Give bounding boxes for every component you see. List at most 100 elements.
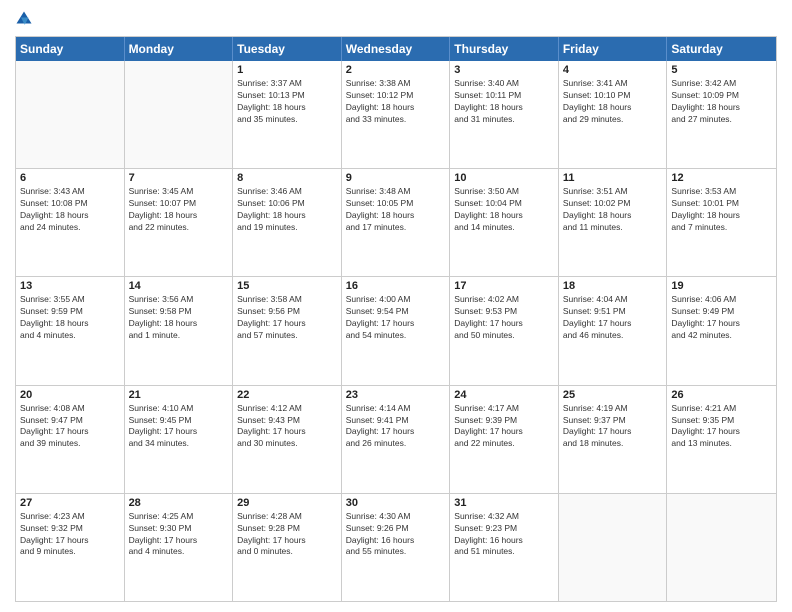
cell-text: Sunrise: 4:23 AM Sunset: 9:32 PM Dayligh… bbox=[20, 511, 120, 559]
cell-text: Sunrise: 4:21 AM Sunset: 9:35 PM Dayligh… bbox=[671, 403, 772, 451]
calendar-cell: 4 Sunrise: 3:41 AM Sunset: 10:10 PM Dayli… bbox=[559, 61, 668, 168]
cell-text: Sunrise: 4:17 AM Sunset: 9:39 PM Dayligh… bbox=[454, 403, 554, 451]
cell-text: Sunrise: 3:58 AM Sunset: 9:56 PM Dayligh… bbox=[237, 294, 337, 342]
calendar-cell: 31Sunrise: 4:32 AM Sunset: 9:23 PM Dayli… bbox=[450, 494, 559, 601]
cell-text: Sunrise: 3:45 AM Sunset: 10:07 PM Daylig… bbox=[129, 186, 229, 234]
day-number: 3 bbox=[454, 64, 554, 76]
calendar-cell bbox=[125, 61, 234, 168]
cell-text: Sunrise: 4:25 AM Sunset: 9:30 PM Dayligh… bbox=[129, 511, 229, 559]
day-number: 8 bbox=[237, 172, 337, 184]
cell-text: Sunrise: 3:43 AM Sunset: 10:08 PM Daylig… bbox=[20, 186, 120, 234]
cell-text: Sunrise: 3:56 AM Sunset: 9:58 PM Dayligh… bbox=[129, 294, 229, 342]
calendar-cell: 29 Sunrise: 4:28 AM Sunset: 9:28 PM Dayli… bbox=[233, 494, 342, 601]
day-number: 1 bbox=[237, 64, 337, 76]
calendar-row: 6Sunrise: 3:43 AM Sunset: 10:08 PM Dayli… bbox=[16, 168, 776, 276]
calendar-cell: 25Sunrise: 4:19 AM Sunset: 9:37 PM Dayli… bbox=[559, 386, 668, 493]
cell-text: Sunrise: 3:51 AM Sunset: 10:02 PM Daylig… bbox=[563, 186, 663, 234]
day-number: 24 bbox=[454, 389, 554, 401]
day-number: 21 bbox=[129, 389, 229, 401]
day-number: 26 bbox=[671, 389, 772, 401]
calendar-cell: 3 Sunrise: 3:40 AM Sunset: 10:11 PM Dayli… bbox=[450, 61, 559, 168]
cell-text: Sunrise: 3:50 AM Sunset: 10:04 PM Daylig… bbox=[454, 186, 554, 234]
page: SundayMondayTuesdayWednesdayThursdayFrid… bbox=[0, 0, 792, 612]
logo-icon bbox=[15, 10, 33, 28]
day-number: 22 bbox=[237, 389, 337, 401]
calendar-cell: 7Sunrise: 3:45 AM Sunset: 10:07 PM Dayli… bbox=[125, 169, 234, 276]
calendar-row: 20 Sunrise: 4:08 AM Sunset: 9:47 PM Dayli… bbox=[16, 385, 776, 493]
cell-text: Sunrise: 4:14 AM Sunset: 9:41 PM Dayligh… bbox=[346, 403, 446, 451]
cell-text: Sunrise: 4:04 AM Sunset: 9:51 PM Dayligh… bbox=[563, 294, 663, 342]
day-number: 11 bbox=[563, 172, 663, 184]
cell-text: Sunrise: 3:46 AM Sunset: 10:06 PM Daylig… bbox=[237, 186, 337, 234]
cal-header-day: Tuesday bbox=[233, 37, 342, 61]
cell-text: Sunrise: 3:38 AM Sunset: 10:12 PM Daylig… bbox=[346, 78, 446, 126]
day-number: 20 bbox=[20, 389, 120, 401]
calendar-cell: 27 Sunrise: 4:23 AM Sunset: 9:32 PM Dayli… bbox=[16, 494, 125, 601]
cell-text: Sunrise: 3:53 AM Sunset: 10:01 PM Daylig… bbox=[671, 186, 772, 234]
calendar-cell: 2 Sunrise: 3:38 AM Sunset: 10:12 PM Dayli… bbox=[342, 61, 451, 168]
day-number: 10 bbox=[454, 172, 554, 184]
day-number: 4 bbox=[563, 64, 663, 76]
day-number: 27 bbox=[20, 497, 120, 509]
calendar-cell: 15 Sunrise: 3:58 AM Sunset: 9:56 PM Dayli… bbox=[233, 277, 342, 384]
cal-header-day: Friday bbox=[559, 37, 668, 61]
calendar-cell: 10 Sunrise: 3:50 AM Sunset: 10:04 PM Dayl… bbox=[450, 169, 559, 276]
day-number: 12 bbox=[671, 172, 772, 184]
cal-header-day: Wednesday bbox=[342, 37, 451, 61]
day-number: 15 bbox=[237, 280, 337, 292]
day-number: 28 bbox=[129, 497, 229, 509]
calendar-row: 1 Sunrise: 3:37 AM Sunset: 10:13 PM Dayli… bbox=[16, 61, 776, 168]
calendar-cell: 9Sunrise: 3:48 AM Sunset: 10:05 PM Dayli… bbox=[342, 169, 451, 276]
calendar-row: 13Sunrise: 3:55 AM Sunset: 9:59 PM Dayli… bbox=[16, 276, 776, 384]
calendar-cell bbox=[16, 61, 125, 168]
calendar-cell: 13Sunrise: 3:55 AM Sunset: 9:59 PM Dayli… bbox=[16, 277, 125, 384]
day-number: 5 bbox=[671, 64, 772, 76]
calendar-cell: 21 Sunrise: 4:10 AM Sunset: 9:45 PM Dayli… bbox=[125, 386, 234, 493]
calendar-cell: 18 Sunrise: 4:04 AM Sunset: 9:51 PM Dayli… bbox=[559, 277, 668, 384]
cell-text: Sunrise: 4:32 AM Sunset: 9:23 PM Dayligh… bbox=[454, 511, 554, 559]
calendar-cell: 20 Sunrise: 4:08 AM Sunset: 9:47 PM Dayli… bbox=[16, 386, 125, 493]
calendar-cell: 5Sunrise: 3:42 AM Sunset: 10:09 PM Dayli… bbox=[667, 61, 776, 168]
calendar-cell bbox=[559, 494, 668, 601]
cell-text: Sunrise: 4:08 AM Sunset: 9:47 PM Dayligh… bbox=[20, 403, 120, 451]
cal-header-day: Sunday bbox=[16, 37, 125, 61]
cell-text: Sunrise: 4:06 AM Sunset: 9:49 PM Dayligh… bbox=[671, 294, 772, 342]
day-number: 29 bbox=[237, 497, 337, 509]
calendar-cell: 30 Sunrise: 4:30 AM Sunset: 9:26 PM Dayli… bbox=[342, 494, 451, 601]
day-number: 9 bbox=[346, 172, 446, 184]
cell-text: Sunrise: 4:28 AM Sunset: 9:28 PM Dayligh… bbox=[237, 511, 337, 559]
cell-text: Sunrise: 4:30 AM Sunset: 9:26 PM Dayligh… bbox=[346, 511, 446, 559]
calendar-cell: 16Sunrise: 4:00 AM Sunset: 9:54 PM Dayli… bbox=[342, 277, 451, 384]
calendar-row: 27 Sunrise: 4:23 AM Sunset: 9:32 PM Dayli… bbox=[16, 493, 776, 601]
cell-text: Sunrise: 4:02 AM Sunset: 9:53 PM Dayligh… bbox=[454, 294, 554, 342]
calendar-cell: 28 Sunrise: 4:25 AM Sunset: 9:30 PM Dayli… bbox=[125, 494, 234, 601]
calendar-cell: 11 Sunrise: 3:51 AM Sunset: 10:02 PM Dayl… bbox=[559, 169, 668, 276]
calendar-cell: 24 Sunrise: 4:17 AM Sunset: 9:39 PM Dayli… bbox=[450, 386, 559, 493]
calendar-cell: 14 Sunrise: 3:56 AM Sunset: 9:58 PM Dayli… bbox=[125, 277, 234, 384]
day-number: 18 bbox=[563, 280, 663, 292]
cal-header-day: Thursday bbox=[450, 37, 559, 61]
calendar-cell: 23Sunrise: 4:14 AM Sunset: 9:41 PM Dayli… bbox=[342, 386, 451, 493]
cell-text: Sunrise: 4:10 AM Sunset: 9:45 PM Dayligh… bbox=[129, 403, 229, 451]
calendar-cell: 19 Sunrise: 4:06 AM Sunset: 9:49 PM Dayli… bbox=[667, 277, 776, 384]
cell-text: Sunrise: 3:40 AM Sunset: 10:11 PM Daylig… bbox=[454, 78, 554, 126]
day-number: 19 bbox=[671, 280, 772, 292]
day-number: 30 bbox=[346, 497, 446, 509]
header bbox=[15, 10, 777, 28]
cell-text: Sunrise: 3:41 AM Sunset: 10:10 PM Daylig… bbox=[563, 78, 663, 126]
day-number: 16 bbox=[346, 280, 446, 292]
cal-header-day: Saturday bbox=[667, 37, 776, 61]
calendar-cell bbox=[667, 494, 776, 601]
calendar: SundayMondayTuesdayWednesdayThursdayFrid… bbox=[15, 36, 777, 602]
calendar-cell: 8 Sunrise: 3:46 AM Sunset: 10:06 PM Dayli… bbox=[233, 169, 342, 276]
logo bbox=[15, 10, 35, 28]
calendar-cell: 6Sunrise: 3:43 AM Sunset: 10:08 PM Dayli… bbox=[16, 169, 125, 276]
day-number: 14 bbox=[129, 280, 229, 292]
cell-text: Sunrise: 3:55 AM Sunset: 9:59 PM Dayligh… bbox=[20, 294, 120, 342]
calendar-header: SundayMondayTuesdayWednesdayThursdayFrid… bbox=[16, 37, 776, 61]
day-number: 2 bbox=[346, 64, 446, 76]
calendar-cell: 17Sunrise: 4:02 AM Sunset: 9:53 PM Dayli… bbox=[450, 277, 559, 384]
calendar-cell: 12 Sunrise: 3:53 AM Sunset: 10:01 PM Dayl… bbox=[667, 169, 776, 276]
calendar-cell: 22Sunrise: 4:12 AM Sunset: 9:43 PM Dayli… bbox=[233, 386, 342, 493]
cell-text: Sunrise: 3:37 AM Sunset: 10:13 PM Daylig… bbox=[237, 78, 337, 126]
